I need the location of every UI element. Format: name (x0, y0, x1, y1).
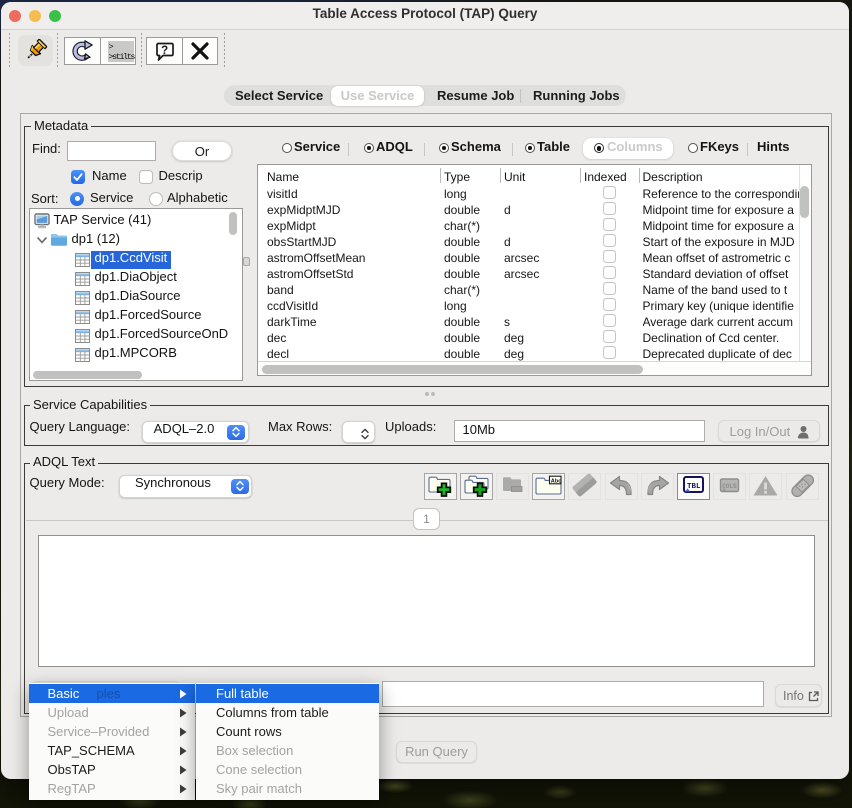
svg-text:?: ? (161, 44, 168, 56)
svg-text:TBL: TBL (687, 483, 701, 491)
svg-text:>stilts: >stilts (109, 52, 136, 62)
svg-text:Abc: Abc (551, 479, 562, 485)
svg-text:>: > (109, 42, 114, 52)
